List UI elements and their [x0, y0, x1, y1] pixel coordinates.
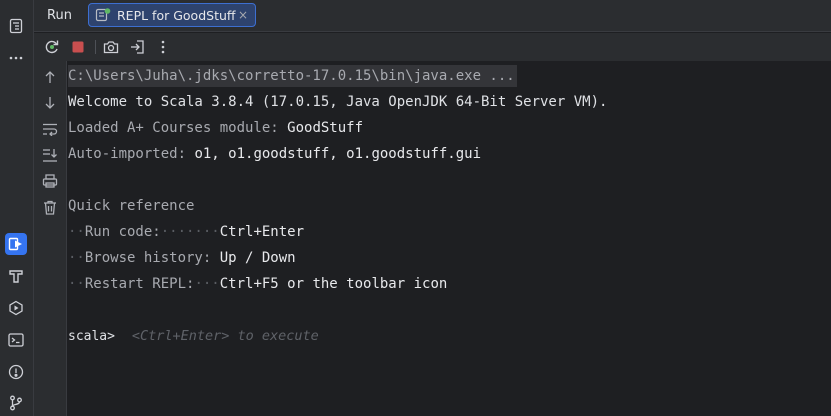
tab-label: REPL for GoodStuff [117, 7, 236, 23]
problems-icon[interactable] [5, 361, 27, 383]
quick-ref-row: ··Restart REPL:···Ctrl+F5 or the toolbar… [68, 276, 448, 292]
close-icon[interactable]: × [238, 8, 248, 22]
quick-ref-value: Ctrl+Enter [219, 224, 305, 240]
java-command-line: C:\Users\Juha\.jdks\corretto-17.0.15\bin… [68, 65, 517, 87]
run-tool-window-header: Run REPL for GoodStuff × [34, 0, 831, 32]
arrow-up-icon[interactable] [41, 68, 59, 86]
structure-icon[interactable] [5, 15, 27, 37]
print-icon[interactable] [41, 172, 59, 190]
stop-icon[interactable] [69, 38, 87, 56]
loaded-module-line: Loaded A+ Courses module: GoodStuff [68, 117, 363, 139]
rerun-icon[interactable] [43, 38, 61, 56]
quick-ref-dots: ··· [194, 276, 220, 292]
tab-repl-goodstuff[interactable]: REPL for GoodStuff × [88, 3, 256, 27]
quick-ref-row: ··Run code:·······Ctrl+Enter [68, 224, 305, 240]
terminal-icon[interactable] [5, 329, 27, 351]
toolbar-divider [95, 40, 96, 54]
trash-icon[interactable] [41, 198, 59, 216]
console-gutter [34, 61, 67, 416]
quick-ref-label: Browse history: [84, 250, 212, 266]
repl-icon [95, 7, 111, 23]
welcome-line: Welcome to Scala 3.8.4 (17.0.15, Java Op… [68, 94, 608, 110]
build-icon[interactable] [5, 265, 27, 287]
run-toolbar [34, 33, 831, 61]
loaded-label: Loaded A+ Courses module: [68, 120, 288, 136]
services-icon[interactable] [5, 297, 27, 319]
left-tool-strip [0, 0, 34, 416]
quick-reference-heading: Quick reference [68, 198, 195, 214]
exit-icon[interactable] [128, 38, 146, 56]
git-icon[interactable] [5, 392, 27, 414]
quick-ref-value: Ctrl+F5 or the toolbar icon [219, 276, 448, 292]
scala-prompt: scala> [68, 329, 115, 344]
tool-window-title: Run [47, 8, 72, 23]
soft-wrap-icon[interactable] [41, 120, 59, 138]
loaded-module-name: GoodStuff [287, 120, 364, 136]
auto-imported-label: Auto-imported: [68, 146, 195, 162]
more-icon[interactable] [5, 47, 27, 69]
arrow-down-icon[interactable] [41, 94, 59, 112]
quick-ref-dots: ······· [160, 224, 220, 240]
console-output[interactable]: C:\Users\Juha\.jdks\corretto-17.0.15\bin… [68, 64, 831, 416]
auto-imported-line: Auto-imported: o1, o1.goodstuff, o1.good… [68, 143, 481, 165]
quick-ref-row: ··Browse history: Up / Down [68, 250, 296, 266]
run-icon[interactable] [5, 233, 27, 255]
auto-imported-packages: o1, o1.goodstuff, o1.goodstuff.gui [194, 146, 482, 162]
screenshot-icon[interactable] [102, 38, 120, 56]
quick-ref-dots [211, 250, 219, 266]
quick-ref-value: Up / Down [219, 250, 296, 266]
quick-ref-label: Run code: [84, 224, 161, 240]
more-vertical-icon[interactable] [154, 38, 172, 56]
scroll-to-end-icon[interactable] [41, 146, 59, 164]
quick-ref-label: Restart REPL: [84, 276, 195, 292]
repl-input-placeholder[interactable]: <Ctrl+Enter> to execute [132, 328, 319, 344]
repl-input-line[interactable]: scala> <Ctrl+Enter> to execute [68, 325, 319, 347]
